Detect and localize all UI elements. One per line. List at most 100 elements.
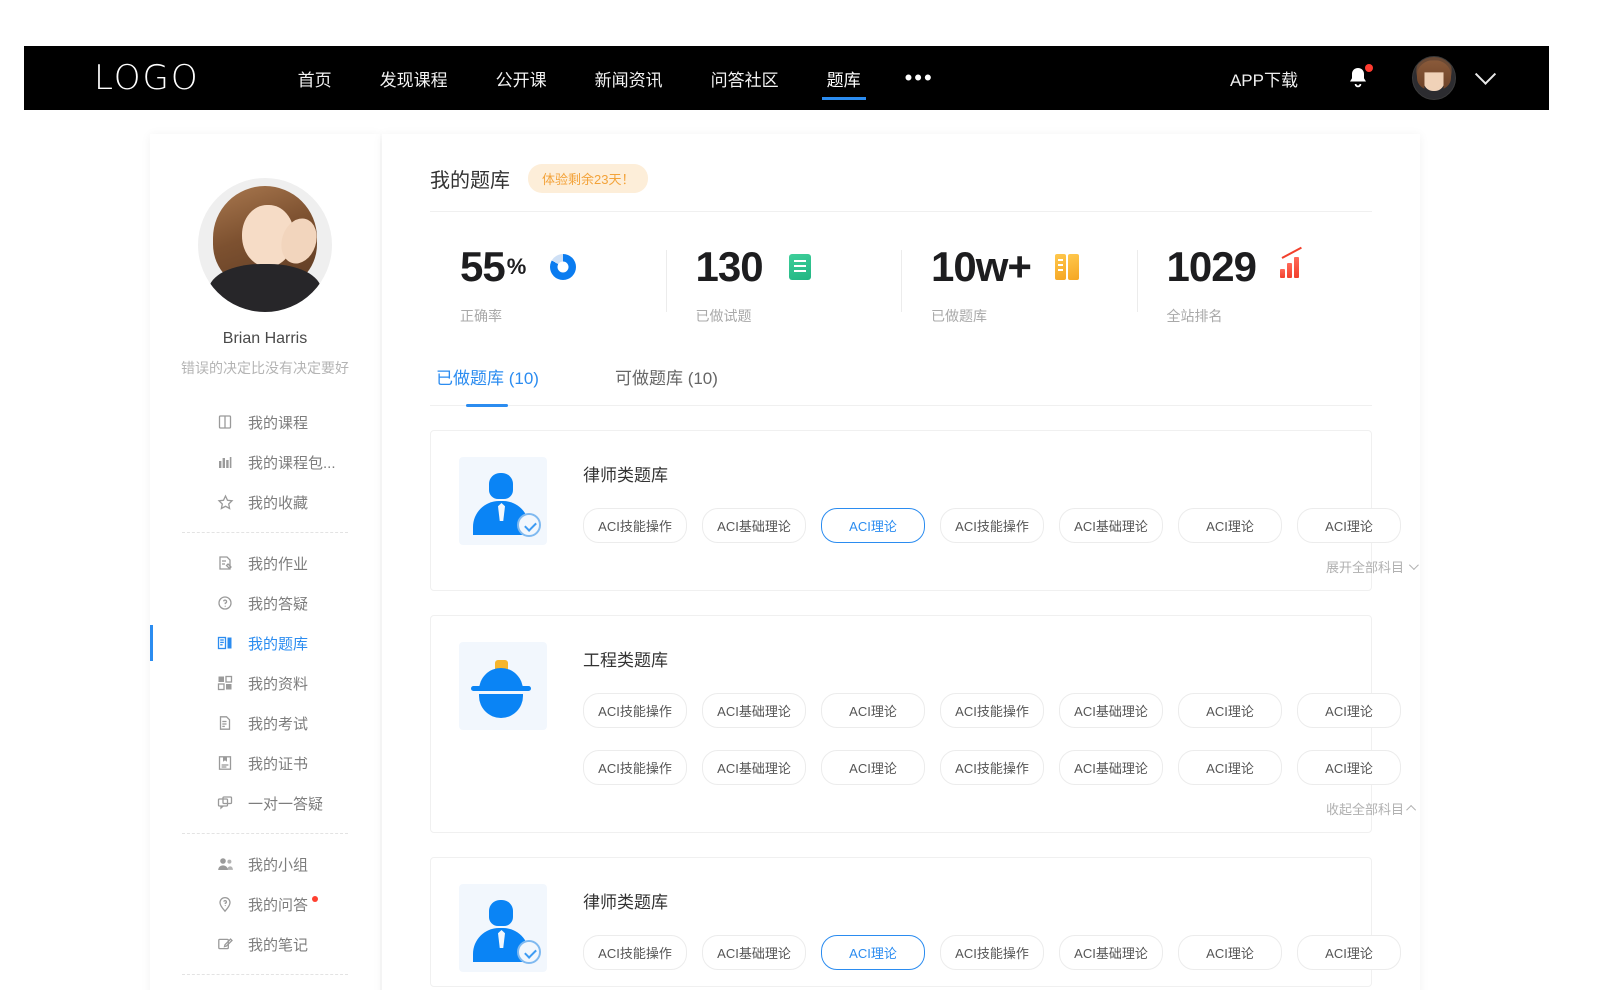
app-download-link[interactable]: APP下载 (1230, 66, 1298, 91)
tab-1[interactable]: 可做题库 (10) (609, 364, 724, 405)
sidebar-item-8[interactable]: 我的证书 (164, 743, 366, 783)
question-bank-card[interactable]: 律师类题库ACI技能操作ACI基础理论ACI理论ACI技能操作ACI基础理论AC… (430, 857, 1372, 987)
certificate-icon (216, 754, 234, 772)
sidebar-item-7[interactable]: 我的考试 (164, 703, 366, 743)
avatar[interactable] (1412, 56, 1456, 100)
sidebar-item-label: 我的课程包... (248, 452, 336, 473)
stat-label: 全站排名 (1167, 306, 1373, 326)
note-edit-icon (216, 935, 234, 953)
subject-tag[interactable]: ACI技能操作 (583, 693, 687, 728)
page-title: 我的题库 (430, 164, 510, 193)
profile-name: Brian Harris (150, 330, 380, 348)
sidebar-item-13[interactable]: 我的积分 (164, 985, 366, 990)
subject-tag[interactable]: ACI技能操作 (940, 935, 1044, 970)
subject-tag[interactable]: ACI理论 (1297, 508, 1401, 543)
subject-tag[interactable]: ACI基础理论 (702, 508, 806, 543)
subject-tag[interactable]: ACI基础理论 (1059, 750, 1163, 785)
card-body: 律师类题库 ACI技能操作 ACI基础理论 ACI理论 ACI技能操作 ACI基础理论 AC… (547, 884, 1416, 972)
subject-tag[interactable]: ACI理论 (1297, 750, 1401, 785)
sidebar-item-label: 我的题库 (248, 633, 308, 654)
panel-header: 我的题库 体验剩余23天！ (430, 164, 1372, 212)
sidebar-item-label: 我的笔记 (248, 934, 308, 955)
sidebar-item-label: 一对一答疑 (248, 793, 323, 814)
sidebar-item-9[interactable]: 一对一答疑 (164, 783, 366, 823)
subject-tag[interactable]: ACI基础理论 (1059, 693, 1163, 728)
trial-status-badge[interactable]: 体验剩余23天！ (528, 164, 648, 193)
question-bank-card[interactable]: 工程类题库ACI技能操作ACI基础理论ACI理论ACI技能操作ACI基础理论AC… (430, 615, 1372, 833)
main-panel: 我的题库 体验剩余23天！ 55%正确率130已做试题10w+已做题库1029全… (382, 134, 1420, 990)
subject-tag[interactable]: ACI理论 (1178, 693, 1282, 728)
card-title: 律师类题库 (583, 461, 1416, 486)
sidebar-item-6[interactable]: 我的资料 (164, 663, 366, 703)
subject-tag[interactable]: ACI技能操作 (583, 935, 687, 970)
sidebar-item-10[interactable]: 我的小组 (164, 844, 366, 884)
profile-avatar (198, 178, 332, 312)
chevron-down-icon[interactable] (1475, 63, 1496, 84)
sidebar-item-3[interactable]: 我的作业 (164, 543, 366, 583)
nav-link-0[interactable]: 首页 (274, 46, 356, 110)
sidebar-item-11[interactable]: 我的问答 (164, 884, 366, 924)
sidebar-item-label: 我的收藏 (248, 492, 308, 513)
subject-tag[interactable]: ACI理论 (821, 508, 925, 543)
page-content: Brian Harris 错误的决定比没有决定要好 我的课程我的课程包...我的… (0, 110, 1600, 990)
menu-divider (182, 974, 348, 975)
chat-icon (216, 794, 234, 812)
stat-value: 55 (460, 246, 505, 288)
subject-tag[interactable]: ACI理论 (1178, 508, 1282, 543)
top-navigation-bar: LOGO 首页发现课程公开课新闻资讯问答社区题库 ••• APP下载 (24, 46, 1549, 110)
user-sidebar: Brian Harris 错误的决定比没有决定要好 我的课程我的课程包...我的… (150, 134, 380, 990)
subject-tag[interactable]: ACI基础理论 (1059, 935, 1163, 970)
question-bank-icon (216, 634, 234, 652)
sidebar-item-1[interactable]: 我的课程包... (164, 442, 366, 482)
nav-more-icon[interactable]: ••• (885, 46, 954, 110)
card-footer: 展开全部科目 (583, 557, 1416, 576)
question-bank-card[interactable]: 律师类题库ACI技能操作ACI基础理论ACI理论ACI技能操作ACI基础理论AC… (430, 430, 1372, 591)
subject-tag[interactable]: ACI理论 (1178, 935, 1282, 970)
stats-row: 55%正确率130已做试题10w+已做题库1029全站排名 (430, 246, 1372, 336)
site-logo[interactable]: LOGO (94, 58, 200, 98)
subject-tag[interactable]: ACI理论 (821, 693, 925, 728)
subject-tag[interactable]: ACI技能操作 (940, 693, 1044, 728)
tab-0[interactable]: 已做题库 (10) (430, 364, 545, 405)
subject-tag[interactable]: ACI理论 (821, 750, 925, 785)
subject-tag[interactable]: ACI技能操作 (583, 508, 687, 543)
nav-link-4[interactable]: 问答社区 (687, 46, 803, 110)
nav-link-5[interactable]: 题库 (803, 46, 885, 110)
subject-tag[interactable]: ACI理论 (1178, 750, 1282, 785)
subject-tag[interactable]: ACI技能操作 (583, 750, 687, 785)
lawyer-icon (459, 884, 547, 972)
subject-tag[interactable]: ACI技能操作 (940, 508, 1044, 543)
toggle-subjects-label: 展开全部科目 (1326, 557, 1404, 576)
stat-value: 130 (696, 246, 763, 288)
toggle-subjects-link[interactable]: 收起全部科目 (1326, 799, 1416, 818)
stat-card-3: 1029全站排名 (1137, 246, 1373, 326)
card-title: 律师类题库 (583, 888, 1416, 913)
stat-label: 已做题库 (931, 306, 1137, 326)
subject-tag[interactable]: ACI理论 (1297, 935, 1401, 970)
subject-tag[interactable]: ACI基础理论 (1059, 508, 1163, 543)
sidebar-item-label: 我的作业 (248, 553, 308, 574)
subject-tag[interactable]: ACI基础理论 (702, 750, 806, 785)
main-nav-links: 首页发现课程公开课新闻资讯问答社区题库 (274, 46, 885, 110)
unread-dot (312, 896, 318, 902)
stat-value: 10w+ (931, 246, 1031, 288)
subject-tag[interactable]: ACI理论 (821, 935, 925, 970)
sidebar-item-2[interactable]: 我的收藏 (164, 482, 366, 522)
nav-link-1[interactable]: 发现课程 (356, 46, 472, 110)
sidebar-item-4[interactable]: 我的答疑 (164, 583, 366, 623)
nav-link-3[interactable]: 新闻资讯 (571, 46, 687, 110)
nav-link-2[interactable]: 公开课 (472, 46, 571, 110)
sidebar-item-label: 我的问答 (248, 894, 308, 915)
sidebar-item-12[interactable]: 我的笔记 (164, 924, 366, 964)
toggle-subjects-link[interactable]: 展开全部科目 (1326, 557, 1416, 576)
subject-tag[interactable]: ACI理论 (1297, 693, 1401, 728)
subject-tag[interactable]: ACI技能操作 (940, 750, 1044, 785)
subject-tag[interactable]: ACI基础理论 (702, 693, 806, 728)
stat-suffix: % (507, 254, 527, 280)
sidebar-item-5[interactable]: 我的题库 (164, 623, 366, 663)
notification-bell-icon[interactable] (1346, 65, 1370, 91)
menu-divider (182, 532, 348, 533)
chevron-down-icon (1409, 560, 1419, 570)
sidebar-item-0[interactable]: 我的课程 (164, 402, 366, 442)
subject-tag[interactable]: ACI基础理论 (702, 935, 806, 970)
